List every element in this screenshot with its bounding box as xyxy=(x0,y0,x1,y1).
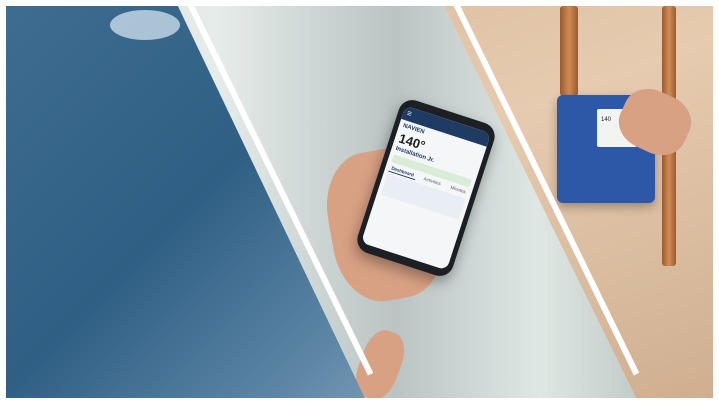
copper-pipe xyxy=(560,6,578,96)
smartphone: ☰ NAVIEN 140° Installation Jr. Dashboard… xyxy=(353,96,499,280)
hero-collage: ☰ NAVIEN 140° Installation Jr. Dashboard… xyxy=(0,0,719,404)
water-spray xyxy=(110,10,180,40)
menu-icon[interactable]: ☰ xyxy=(406,111,412,118)
phone-screen: ☰ NAVIEN 140° Installation Jr. Dashboard… xyxy=(360,105,492,271)
unit-display-value: 140 xyxy=(601,117,612,123)
